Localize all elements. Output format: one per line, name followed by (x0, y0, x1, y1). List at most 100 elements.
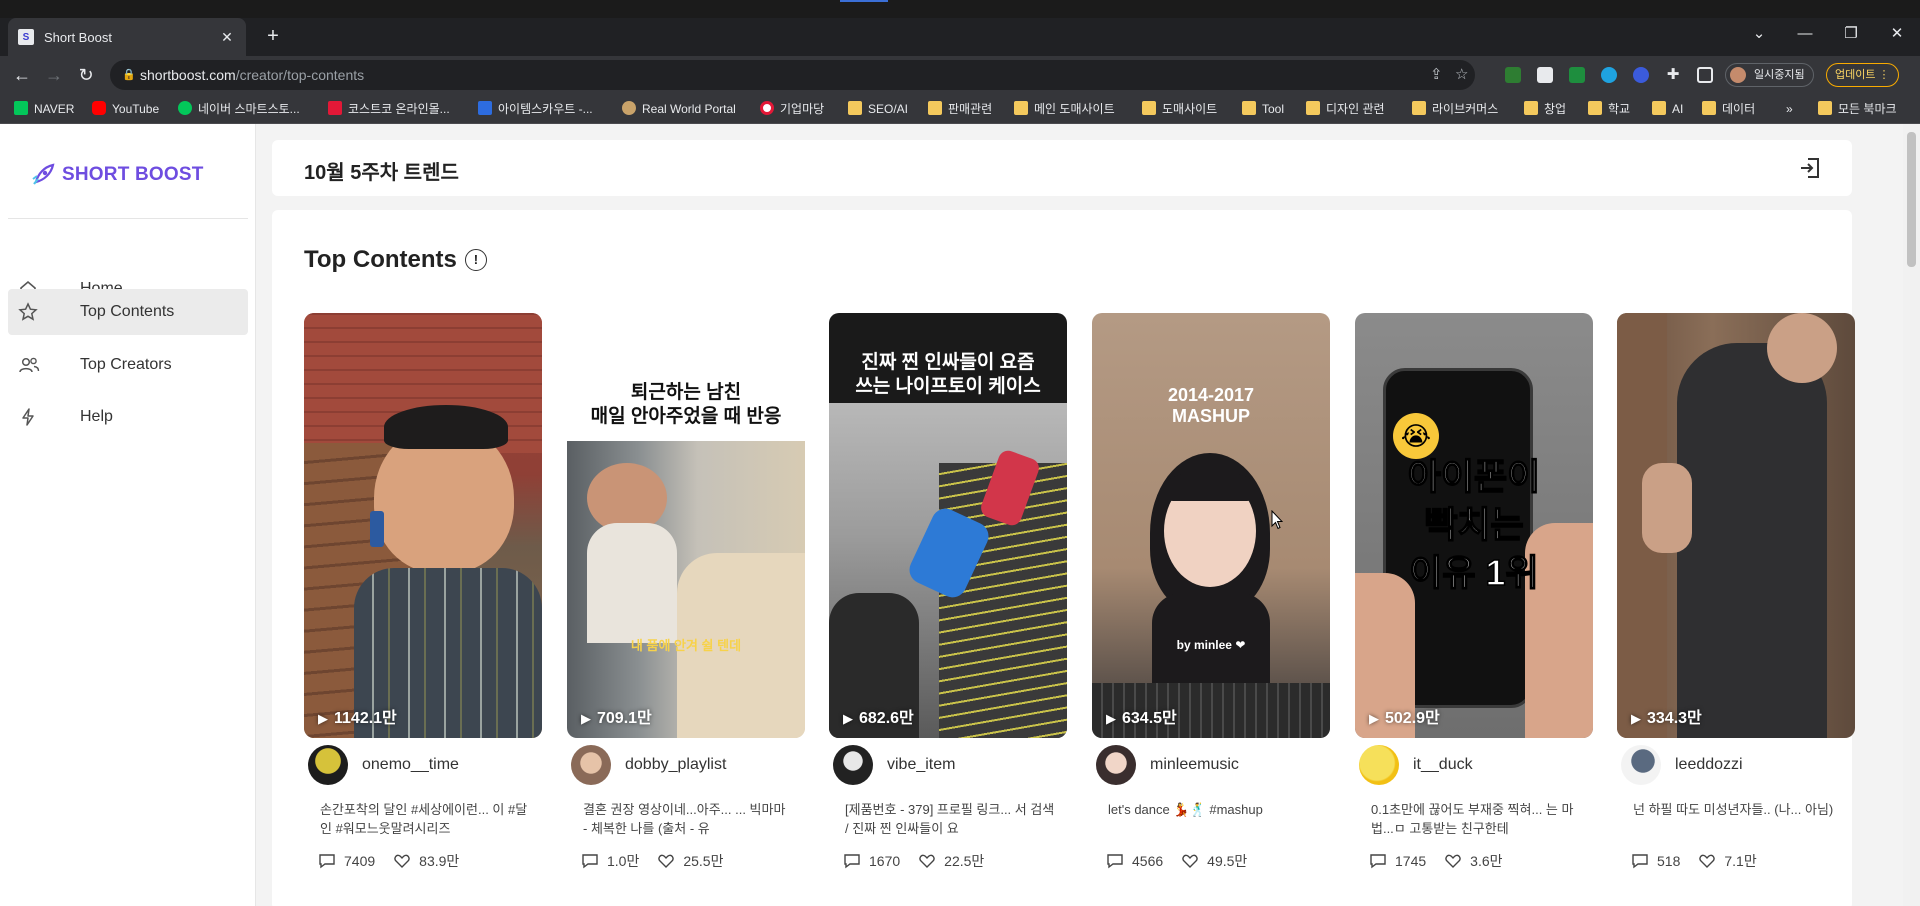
sidebar-item-top-creators[interactable]: Top Creators (8, 342, 248, 388)
bookmark-youtube[interactable]: YouTube (92, 94, 159, 124)
sidebar-item-top-contents[interactable]: Top Contents (8, 289, 248, 335)
minimize-button[interactable]: — (1782, 18, 1828, 50)
bookmark-bizinfo[interactable]: 기업마당 (760, 94, 824, 124)
content-card[interactable]: ▶ 334.3만 leeddozzi 넌 하필 따도 미성년자들.. (나... … (1617, 313, 1855, 869)
avatar (833, 745, 873, 785)
update-button[interactable]: 업데이트 ⋮ (1826, 63, 1899, 87)
tab-search-chevron-icon[interactable]: ⌄ (1736, 18, 1782, 50)
content-card[interactable]: 퇴근하는 남친 매일 안아주었을 때 반응 내 품에 안겨 쉴 텐데 ▶ 709.1… (567, 313, 805, 869)
new-tab-button[interactable]: + (260, 24, 286, 50)
all-bookmarks[interactable]: 모든 북마크 (1818, 94, 1897, 124)
like-count: 83.9만 (419, 853, 460, 869)
extension-icon[interactable] (1569, 67, 1585, 83)
extension-icon[interactable] (1633, 67, 1649, 83)
creator-info[interactable]: onemo__time (308, 745, 459, 785)
sidebar-item-label: Top Creators (80, 356, 172, 373)
reload-icon[interactable]: ↻ (72, 62, 100, 88)
creator-info[interactable]: minleemusic (1096, 745, 1239, 785)
forward-icon[interactable]: → (40, 62, 68, 88)
bookmark-folder[interactable]: 데이터 (1702, 94, 1755, 124)
comment-icon (582, 854, 598, 869)
bookmarks-overflow-button[interactable]: » (1786, 94, 1793, 124)
realworld-icon (622, 101, 636, 115)
content-card[interactable]: 진짜 찐 인싸들이 요즘 쓰는 나이프토이 케이스 ▶ 682.6만 vibe_it… (829, 313, 1067, 869)
like-count: 22.5만 (944, 853, 985, 869)
content-card[interactable]: 😭 아이폰이 빡치는 이유 1위 ▶ 502.9만 it__duck 0.1초만에 끊… (1355, 313, 1593, 869)
bookmark-costco[interactable]: 코스트코 온라인몰... (328, 94, 450, 124)
bookmark-folder[interactable]: 판매관련 (928, 94, 992, 124)
engagement-stats: 518 7.1만 (1631, 851, 1757, 871)
creator-name: minleemusic (1150, 756, 1239, 773)
engagement-stats: 4566 49.5만 (1106, 851, 1247, 871)
folder-icon (928, 101, 942, 115)
video-thumbnail[interactable]: 퇴근하는 남친 매일 안아주었을 때 반응 내 품에 안겨 쉴 텐데 ▶ 709.1… (567, 313, 805, 738)
page-scrollbar[interactable] (1903, 124, 1920, 906)
avatar (1096, 745, 1136, 785)
bookmark-folder[interactable]: 도매사이트 (1142, 94, 1217, 124)
bookmark-itemscout[interactable]: 아이템스카우트 -... (478, 94, 593, 124)
content-card[interactable]: ▶ 1142.1만 onemo__time 손간포착의 달인 #세상에이런... … (304, 313, 542, 869)
scrollbar-thumb[interactable] (1907, 132, 1916, 267)
play-icon: ▶ (1106, 711, 1116, 726)
video-thumbnail[interactable]: 진짜 찐 인싸들이 요즘 쓰는 나이프토이 케이스 ▶ 682.6만 (829, 313, 1067, 738)
costco-icon (328, 101, 342, 115)
share-icon[interactable]: ⇪ (1430, 60, 1443, 90)
browser-tab[interactable]: S Short Boost ✕ (8, 18, 246, 56)
bookmark-folder[interactable]: AI (1652, 94, 1683, 124)
bookmark-folder[interactable]: 디자인 관련 (1306, 94, 1385, 124)
bookmark-folder[interactable]: Tool (1242, 94, 1284, 124)
mouse-cursor-icon (1271, 510, 1283, 530)
extension-icon[interactable] (1505, 67, 1521, 83)
bookmark-realworld[interactable]: Real World Portal (622, 94, 736, 124)
tab-bar: S Short Boost ✕ + ⌄ — ❐ ✕ (0, 18, 1920, 56)
folder-icon (1306, 101, 1320, 115)
extension-icon[interactable] (1537, 67, 1553, 83)
bookmark-label: YouTube (112, 102, 160, 116)
view-count: ▶ 682.6만 (843, 704, 914, 728)
thumbnail-overlay-text: 퇴근하는 남친 매일 안아주었을 때 반응 (590, 382, 782, 427)
bookmark-folder[interactable]: 라이브커머스 (1412, 94, 1498, 124)
sidebar-item-help[interactable]: Help (8, 394, 248, 440)
back-icon[interactable]: ← (8, 62, 36, 88)
view-count: ▶ 709.1만 (581, 704, 652, 728)
creator-info[interactable]: it__duck (1359, 745, 1473, 785)
heart-icon (1445, 854, 1461, 868)
logout-icon[interactable] (1798, 156, 1822, 180)
comment-count: 1745 (1395, 853, 1427, 869)
content-card[interactable]: 2014-2017 MASHUP by minlee ❤ ▶ 634.5만 minl… (1092, 313, 1330, 869)
view-count: ▶ 334.3만 (1631, 704, 1702, 728)
play-icon: ▶ (843, 711, 853, 726)
creator-info[interactable]: leeddozzi (1621, 745, 1743, 785)
video-thumbnail[interactable]: 2014-2017 MASHUP by minlee ❤ ▶ 634.5만 (1092, 313, 1330, 738)
video-thumbnail[interactable]: 😭 아이폰이 빡치는 이유 1위 ▶ 502.9만 (1355, 313, 1593, 738)
bookmark-folder[interactable]: 창업 (1524, 94, 1566, 124)
extension-icon[interactable] (1601, 67, 1617, 83)
bolt-icon (18, 406, 54, 428)
video-thumbnail[interactable]: ▶ 334.3만 (1617, 313, 1855, 738)
comment-count: 1670 (869, 853, 901, 869)
extensions-puzzle-icon[interactable]: ✚ (1665, 67, 1681, 83)
creator-info[interactable]: vibe_item (833, 745, 955, 785)
bookmark-smartstore[interactable]: 네이버 스마트스토... (178, 94, 300, 124)
logo[interactable]: SHORT BOOST (30, 162, 204, 188)
comment-count: 4566 (1132, 853, 1164, 869)
itemscout-icon (478, 101, 492, 115)
close-tab-icon[interactable]: ✕ (218, 29, 236, 46)
bookmark-folder[interactable]: 학교 (1588, 94, 1630, 124)
video-thumbnail[interactable]: ▶ 1142.1만 (304, 313, 542, 738)
creator-info[interactable]: dobby_playlist (571, 745, 726, 785)
video-description: 손간포착의 달인 #세상에이런... 이 #달인 #워모느웃말려시리즈 (320, 802, 528, 836)
bookmark-folder[interactable]: 메인 도매사이트 (1014, 94, 1115, 124)
play-icon: ▶ (318, 711, 328, 726)
info-icon[interactable]: ! (464, 249, 487, 271)
like-count: 25.5만 (683, 853, 724, 869)
close-window-button[interactable]: ✕ (1874, 18, 1920, 50)
bookmark-star-icon[interactable]: ☆ (1455, 60, 1468, 90)
url-field[interactable]: 🔒 shortboost.com/creator/top-contents ⇪ … (110, 60, 1475, 90)
bookmark-folder[interactable]: SEO/AI (848, 94, 908, 124)
profile-suspended-button[interactable]: 일시중지됨 (1725, 63, 1814, 87)
side-panel-icon[interactable] (1697, 67, 1713, 83)
bookmark-label: 창업 (1544, 102, 1567, 116)
restore-button[interactable]: ❐ (1828, 18, 1874, 50)
bookmark-naver[interactable]: NAVER (14, 94, 74, 124)
